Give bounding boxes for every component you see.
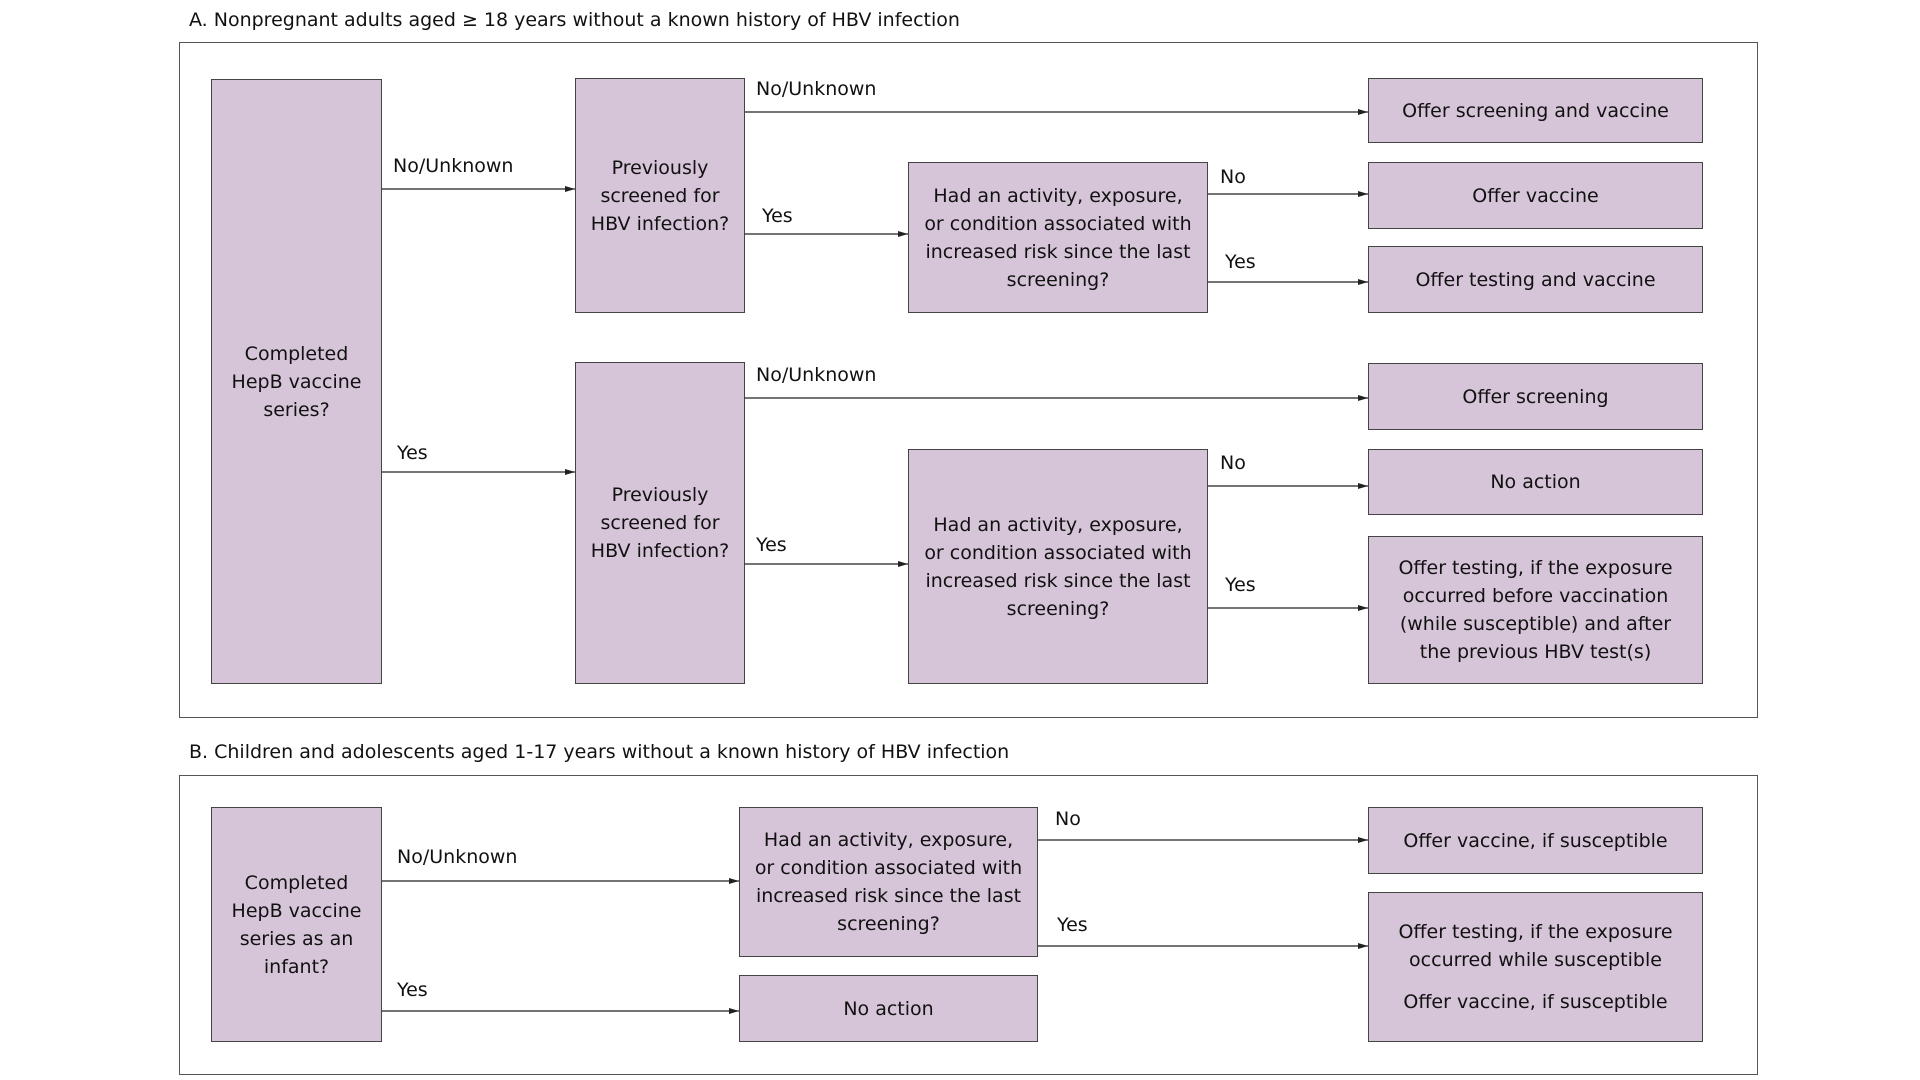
flow-arrows — [382, 109, 1368, 1014]
